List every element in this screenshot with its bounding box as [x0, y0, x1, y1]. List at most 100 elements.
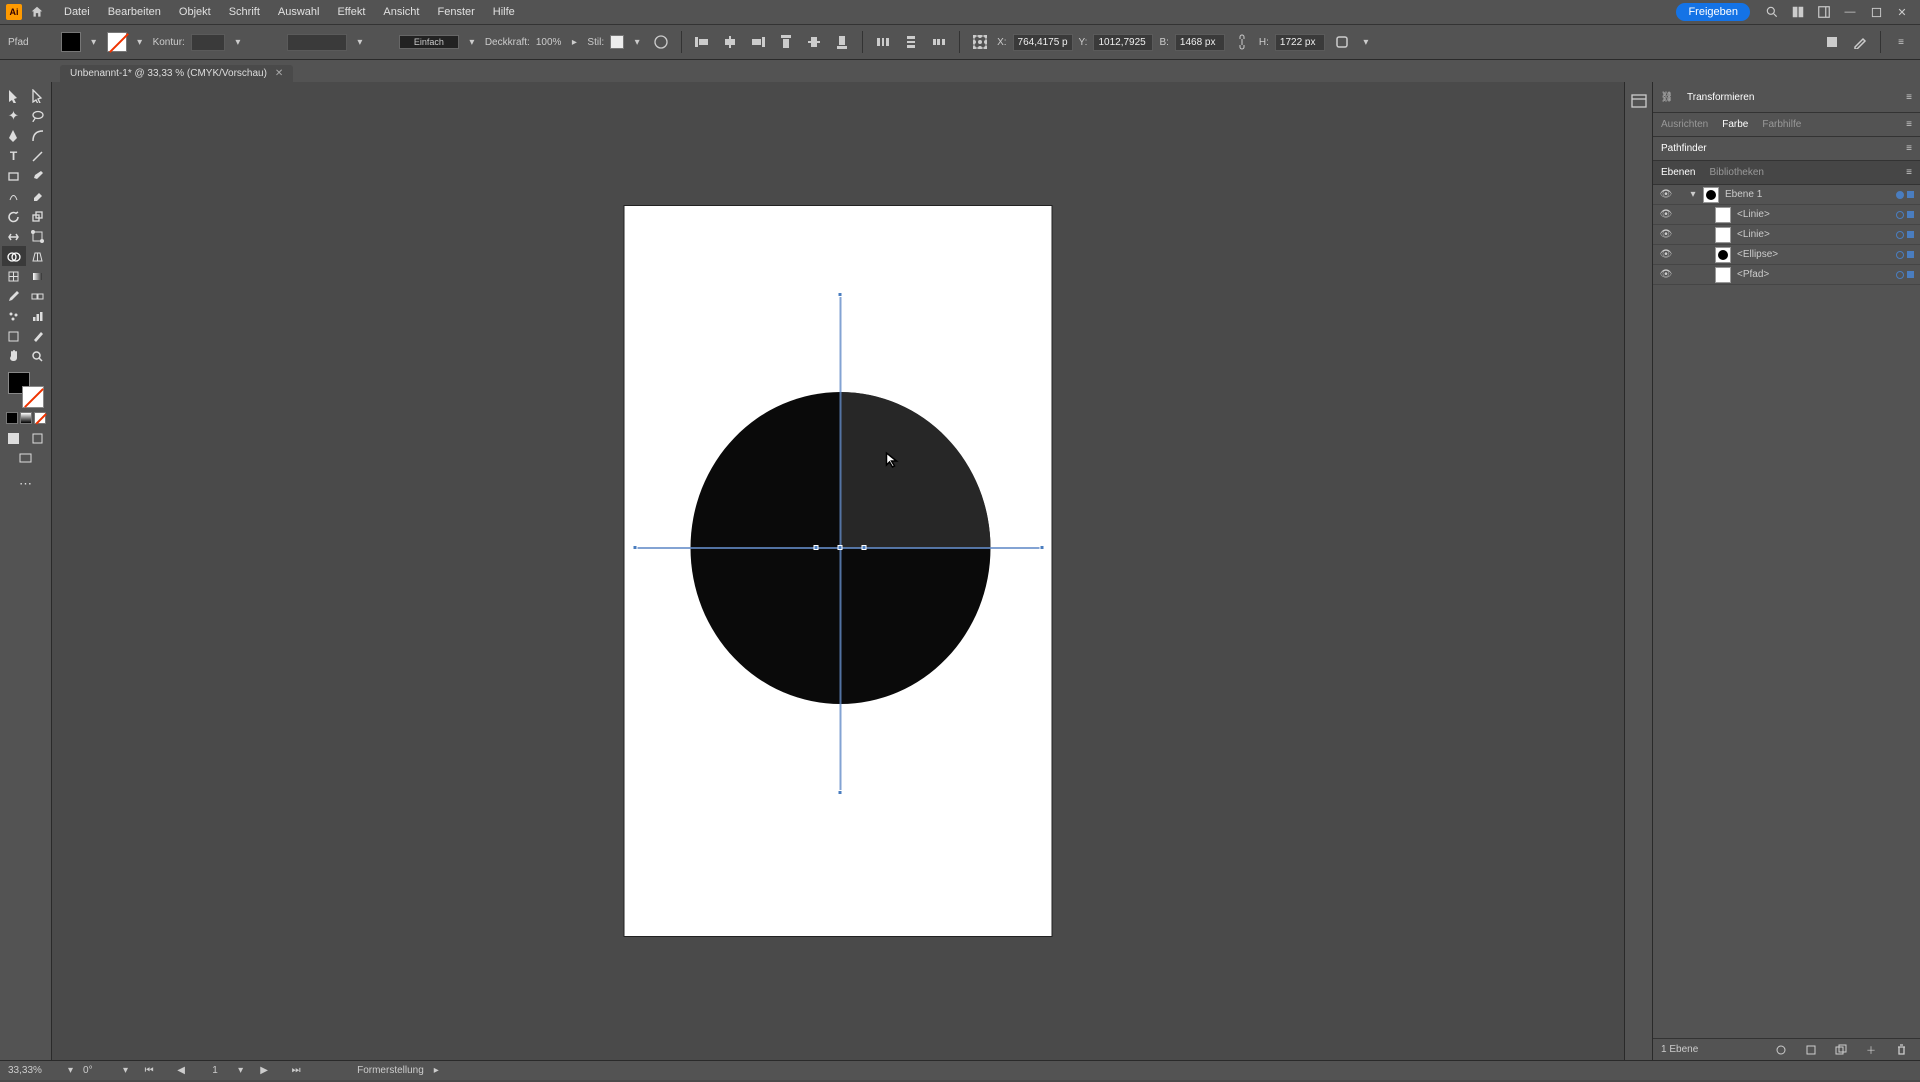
screen-mode-icon[interactable] [14, 448, 38, 468]
isolate-icon[interactable] [1821, 31, 1843, 53]
expand-icon[interactable]: ▾ [1687, 189, 1699, 200]
canvas[interactable] [52, 82, 1624, 1060]
magic-wand-tool[interactable]: ✦ [2, 106, 26, 126]
new-sublayer-icon[interactable] [1830, 1039, 1852, 1061]
close-tab-icon[interactable]: ✕ [275, 68, 283, 79]
link-wh-icon[interactable] [1231, 31, 1253, 53]
target-icon[interactable] [1896, 191, 1904, 199]
make-clipping-icon[interactable] [1800, 1039, 1822, 1061]
menu-ansicht[interactable]: Ansicht [375, 3, 427, 21]
document-tab[interactable]: Unbenannt-1* @ 33,33 % (CMYK/Vorschau) ✕ [60, 65, 293, 82]
recolor-icon[interactable] [650, 31, 672, 53]
tab-farbe[interactable]: Farbe [1722, 117, 1748, 132]
link-icon[interactable]: ⛓ [1661, 86, 1673, 108]
tab-ebenen[interactable]: Ebenen [1661, 165, 1695, 180]
layer-name[interactable]: <Linie> [1735, 209, 1896, 220]
arrange-icon[interactable] [1788, 2, 1808, 22]
shape-props-icon[interactable] [1331, 31, 1353, 53]
layer-name[interactable]: <Linie> [1735, 229, 1896, 240]
anchor-handle[interactable] [838, 545, 843, 550]
zoom-input[interactable] [8, 1065, 58, 1076]
stroke-weight-input[interactable] [191, 34, 225, 51]
stroke-color-box[interactable] [22, 386, 44, 408]
tab-bibliotheken[interactable]: Bibliotheken [1709, 165, 1763, 180]
width-tool[interactable] [2, 226, 26, 246]
menu-datei[interactable]: Datei [56, 3, 98, 21]
layer-row-item[interactable]: 👁 <Pfad> [1653, 265, 1920, 285]
delete-layer-icon[interactable] [1890, 1039, 1912, 1061]
hand-tool[interactable] [2, 346, 26, 366]
eraser-tool[interactable] [26, 186, 50, 206]
gradient-mode-swatch[interactable] [20, 412, 32, 424]
visibility-toggle-icon[interactable]: 👁 [1659, 269, 1673, 280]
properties-panel-icon[interactable] [1628, 90, 1650, 112]
align-top-icon[interactable] [775, 31, 797, 53]
layer-row-root[interactable]: 👁 ▾ Ebene 1 [1653, 185, 1920, 205]
fill-stroke-indicator[interactable] [8, 372, 44, 408]
menu-auswahl[interactable]: Auswahl [270, 3, 328, 21]
shape-dd-icon[interactable]: ▾ [1359, 35, 1373, 49]
rotation-input[interactable] [83, 1065, 113, 1076]
opacity-value[interactable]: 100% [536, 37, 562, 48]
slice-tool[interactable] [26, 326, 50, 346]
menu-hilfe[interactable]: Hilfe [485, 3, 523, 21]
panel-menu-icon[interactable]: ≡ [1906, 119, 1912, 130]
distribute-h-icon[interactable] [872, 31, 894, 53]
distribute-v-icon[interactable] [900, 31, 922, 53]
target-icon[interactable] [1896, 231, 1904, 239]
layer-row-item[interactable]: 👁 <Linie> [1653, 205, 1920, 225]
anchor-handle[interactable] [633, 545, 638, 550]
layer-row-item[interactable]: 👁 <Linie> [1653, 225, 1920, 245]
visibility-toggle-icon[interactable]: 👁 [1659, 249, 1673, 260]
align-left-icon[interactable] [691, 31, 713, 53]
fill-dropdown-icon[interactable]: ▾ [87, 35, 101, 49]
tab-transformieren[interactable]: Transformieren [1687, 90, 1754, 105]
layer-row-item[interactable]: 👁 <Ellipse> [1653, 245, 1920, 265]
graph-tool[interactable] [26, 306, 50, 326]
y-input[interactable] [1093, 34, 1153, 51]
next-artboard-icon[interactable]: ▶ [253, 1060, 275, 1082]
gradient-tool[interactable] [26, 266, 50, 286]
align-vcenter-icon[interactable] [803, 31, 825, 53]
lasso-tool[interactable] [26, 106, 50, 126]
none-mode-swatch[interactable] [34, 412, 46, 424]
blend-tool[interactable] [26, 286, 50, 306]
eyedropper-tool[interactable] [2, 286, 26, 306]
window-close-icon[interactable]: ✕ [1892, 2, 1912, 22]
new-layer-icon[interactable]: ＋ [1860, 1039, 1882, 1061]
graphic-style-swatch[interactable] [610, 35, 624, 49]
stroke-weight-dd-icon[interactable]: ▾ [231, 35, 245, 49]
brush-definition[interactable]: Einfach [399, 35, 459, 49]
line-tool[interactable] [26, 146, 50, 166]
vertical-guide-line[interactable] [840, 294, 842, 794]
window-minimize-icon[interactable]: — [1840, 2, 1860, 22]
zoom-tool[interactable] [26, 346, 50, 366]
rectangle-tool[interactable] [2, 166, 26, 186]
symbol-sprayer-tool[interactable] [2, 306, 26, 326]
mesh-tool[interactable] [2, 266, 26, 286]
last-artboard-icon[interactable]: ⏭ [285, 1060, 307, 1082]
menu-bearbeiten[interactable]: Bearbeiten [100, 3, 169, 21]
layer-name[interactable]: <Pfad> [1735, 269, 1896, 280]
panel-menu-icon[interactable]: ≡ [1906, 92, 1912, 103]
stroke-dropdown-icon[interactable]: ▾ [133, 35, 147, 49]
width-input[interactable] [1175, 34, 1225, 51]
target-icon[interactable] [1896, 271, 1904, 279]
anchor-handle[interactable] [862, 545, 867, 550]
stroke-swatch[interactable] [107, 32, 127, 52]
stroke-profile-dd-icon[interactable]: ▾ [353, 35, 367, 49]
selection-tool[interactable] [2, 86, 26, 106]
paintbrush-tool[interactable] [26, 166, 50, 186]
anchor-handle[interactable] [814, 545, 819, 550]
tab-farbhilfe[interactable]: Farbhilfe [1762, 117, 1801, 132]
draw-behind-icon[interactable] [26, 428, 50, 448]
prev-artboard-icon[interactable]: ◀ [170, 1060, 192, 1082]
style-dd-icon[interactable]: ▾ [630, 35, 644, 49]
layer-name[interactable]: Ebene 1 [1723, 189, 1896, 200]
workspace-switcher-icon[interactable] [1814, 2, 1834, 22]
hover-region[interactable] [841, 392, 991, 548]
pen-tool[interactable] [2, 126, 26, 146]
draw-normal-icon[interactable] [2, 428, 26, 448]
x-input[interactable] [1013, 34, 1073, 51]
anchor-handle[interactable] [1040, 545, 1045, 550]
